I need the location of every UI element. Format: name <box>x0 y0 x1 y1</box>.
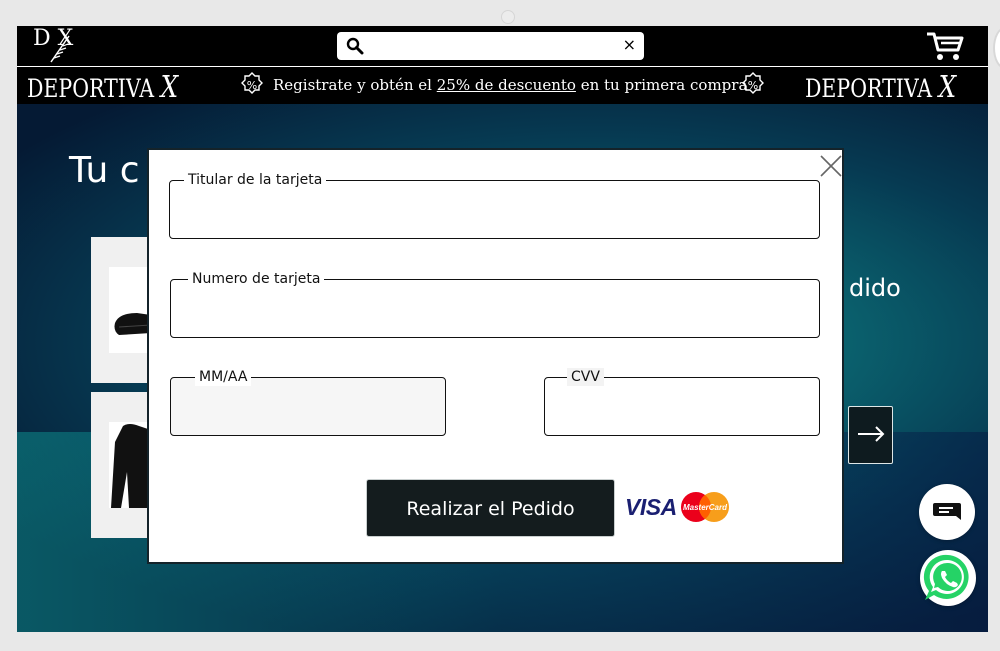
cart-item-card[interactable] <box>91 392 151 538</box>
promo-discount-link[interactable]: 25% de descuento <box>437 76 576 94</box>
cart-icon[interactable] <box>925 30 965 62</box>
expiry-field: MM/AA <box>170 368 446 436</box>
site-logo[interactable]: D X <box>29 26 79 64</box>
whatsapp-icon <box>923 554 969 600</box>
order-heading-fragment: dido <box>849 274 901 302</box>
product-image <box>109 422 151 508</box>
cvv-input[interactable] <box>555 396 813 422</box>
svg-text:%: % <box>247 79 257 92</box>
card-holder-label: Titular de la tarjeta <box>184 171 327 189</box>
brand-logo-left[interactable]: DEPORTIVA X <box>27 70 178 105</box>
browser-viewport: D X × DEPORTIVA X % Registrate y obtén e… <box>17 26 988 632</box>
card-number-input[interactable] <box>181 298 813 324</box>
card-holder-field: Titular de la tarjeta <box>169 171 820 239</box>
payment-modal: Titular de la tarjeta Numero de tarjeta … <box>147 148 844 564</box>
promo-bar: DEPORTIVA X % Registrate y obtén el 25% … <box>17 66 988 105</box>
expiry-label: MM/AA <box>195 368 252 386</box>
top-bar: D X × <box>17 26 988 66</box>
search-clear-icon[interactable]: × <box>623 36 636 54</box>
card-number-field: Numero de tarjeta <box>170 270 820 338</box>
chat-icon <box>933 503 961 520</box>
whatsapp-button[interactable] <box>920 550 976 606</box>
cvv-field: CVV <box>544 368 820 436</box>
chat-button[interactable] <box>919 484 975 540</box>
svg-text:%: % <box>748 79 758 92</box>
mastercard-logo: MasterCard <box>681 492 729 522</box>
percent-badge-icon: % <box>241 72 263 94</box>
promo-message: Registrate y obtén el 25% de descuento e… <box>273 76 747 94</box>
continue-arrow-button[interactable] <box>848 406 893 464</box>
search-input[interactable] <box>371 35 615 57</box>
card-number-label: Numero de tarjeta <box>188 270 325 288</box>
close-icon[interactable] <box>818 153 844 179</box>
promo-text-before: Registrate y obtén el <box>273 76 437 94</box>
product-image <box>109 267 152 353</box>
brand-mark: X <box>160 70 179 105</box>
brand-logo-right[interactable]: DEPORTIVA X <box>805 70 956 105</box>
place-order-button[interactable]: Realizar el Pedido <box>366 479 615 537</box>
card-holder-input[interactable] <box>180 199 813 225</box>
percent-badge-icon: % <box>742 72 764 94</box>
edge-button[interactable] <box>993 27 1000 69</box>
cart-item-card[interactable] <box>91 237 152 383</box>
brand-mark: X <box>938 70 957 105</box>
page-title: Tu c <box>69 150 140 191</box>
brand-name: DEPORTIVA <box>27 74 155 103</box>
camera-dot <box>501 10 515 24</box>
svg-text:MasterCard: MasterCard <box>683 503 728 512</box>
cvv-label: CVV <box>567 368 604 386</box>
arrow-right-icon <box>858 426 885 442</box>
search-bar: × <box>337 32 644 60</box>
visa-logo: VISA <box>625 494 677 520</box>
brand-name: DEPORTIVA <box>805 74 933 103</box>
expiry-input[interactable] <box>181 396 439 422</box>
promo-text-after: en tu primera compra <box>575 76 748 94</box>
search-icon[interactable] <box>346 37 364 55</box>
